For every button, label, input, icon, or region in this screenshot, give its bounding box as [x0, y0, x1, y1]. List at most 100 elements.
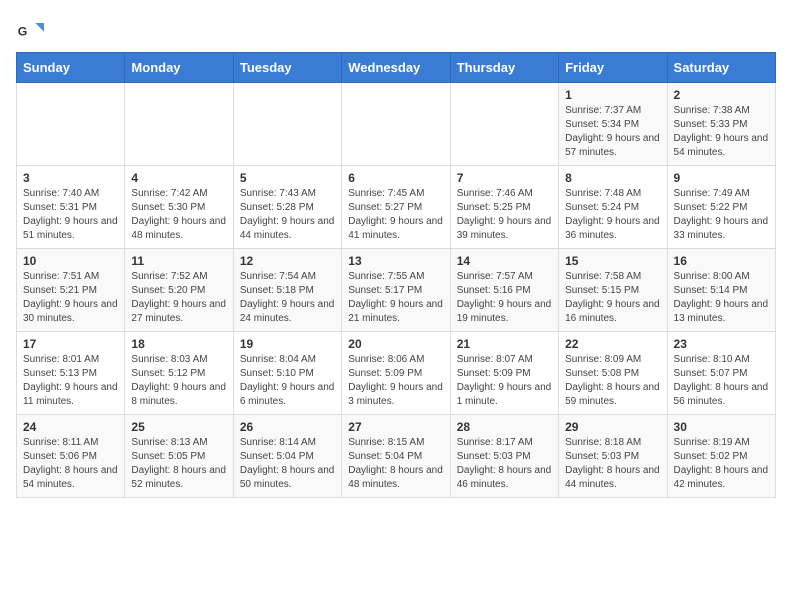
calendar-week-row: 3 Sunrise: 7:40 AM Sunset: 5:31 PM Daylig… — [17, 166, 776, 249]
day-number: 28 — [457, 420, 552, 434]
calendar-cell: 9 Sunrise: 7:49 AM Sunset: 5:22 PM Daylig… — [667, 166, 775, 249]
calendar-cell: 17 Sunrise: 8:01 AM Sunset: 5:13 PM Dayli… — [17, 332, 125, 415]
day-info: Sunrise: 7:52 AM Sunset: 5:20 PM Dayligh… — [131, 270, 226, 326]
day-number: 3 — [23, 171, 118, 185]
day-number: 25 — [131, 420, 226, 434]
day-number: 9 — [674, 171, 769, 185]
day-number: 7 — [457, 171, 552, 185]
day-info: Sunrise: 8:17 AM Sunset: 5:03 PM Dayligh… — [457, 436, 552, 492]
day-info: Sunrise: 7:58 AM Sunset: 5:15 PM Dayligh… — [565, 270, 660, 326]
calendar-cell — [450, 83, 558, 166]
day-info: Sunrise: 8:11 AM Sunset: 5:06 PM Dayligh… — [23, 436, 118, 492]
calendar-cell — [125, 83, 233, 166]
day-info: Sunrise: 8:14 AM Sunset: 5:04 PM Dayligh… — [240, 436, 335, 492]
calendar-cell: 28 Sunrise: 8:17 AM Sunset: 5:03 PM Dayli… — [450, 415, 558, 498]
day-number: 27 — [348, 420, 443, 434]
day-number: 1 — [565, 88, 660, 102]
day-info: Sunrise: 7:43 AM Sunset: 5:28 PM Dayligh… — [240, 187, 335, 243]
calendar-cell: 20 Sunrise: 8:06 AM Sunset: 5:09 PM Dayli… — [342, 332, 450, 415]
day-info: Sunrise: 7:49 AM Sunset: 5:22 PM Dayligh… — [674, 187, 769, 243]
day-number: 13 — [348, 254, 443, 268]
calendar-cell: 22Sunrise: 8:09 AM Sunset: 5:08 PM Dayli… — [559, 332, 667, 415]
day-of-week-header: Friday — [559, 53, 667, 83]
calendar-cell: 8Sunrise: 7:48 AM Sunset: 5:24 PM Daylig… — [559, 166, 667, 249]
calendar-cell: 24 Sunrise: 8:11 AM Sunset: 5:06 PM Dayli… — [17, 415, 125, 498]
day-info: Sunrise: 8:15 AM Sunset: 5:04 PM Dayligh… — [348, 436, 443, 492]
calendar-cell: 29 Sunrise: 8:18 AM Sunset: 5:03 PM Dayli… — [559, 415, 667, 498]
calendar-cell: 11 Sunrise: 7:52 AM Sunset: 5:20 PM Dayli… — [125, 249, 233, 332]
day-number: 19 — [240, 337, 335, 351]
day-info: Sunrise: 7:45 AM Sunset: 5:27 PM Dayligh… — [348, 187, 443, 243]
day-number: 18 — [131, 337, 226, 351]
logo-icon: G — [16, 16, 44, 44]
calendar-week-row: 17 Sunrise: 8:01 AM Sunset: 5:13 PM Dayli… — [17, 332, 776, 415]
day-number: 11 — [131, 254, 226, 268]
calendar-cell: 10 Sunrise: 7:51 AM Sunset: 5:21 PM Dayli… — [17, 249, 125, 332]
day-info: Sunrise: 8:06 AM Sunset: 5:09 PM Dayligh… — [348, 353, 443, 409]
calendar-cell — [233, 83, 341, 166]
day-info: Sunrise: 7:37 AM Sunset: 5:34 PM Dayligh… — [565, 104, 660, 160]
day-info: Sunrise: 7:46 AM Sunset: 5:25 PM Dayligh… — [457, 187, 552, 243]
day-number: 30 — [674, 420, 769, 434]
day-info: Sunrise: 7:38 AM Sunset: 5:33 PM Dayligh… — [674, 104, 769, 160]
calendar-week-row: 1 Sunrise: 7:37 AM Sunset: 5:34 PM Daylig… — [17, 83, 776, 166]
calendar-cell: 1 Sunrise: 7:37 AM Sunset: 5:34 PM Daylig… — [559, 83, 667, 166]
day-of-week-header: Sunday — [17, 53, 125, 83]
day-info: Sunrise: 7:57 AM Sunset: 5:16 PM Dayligh… — [457, 270, 552, 326]
day-number: 20 — [348, 337, 443, 351]
calendar-cell: 2Sunrise: 7:38 AM Sunset: 5:33 PM Daylig… — [667, 83, 775, 166]
day-number: 10 — [23, 254, 118, 268]
day-number: 15 — [565, 254, 660, 268]
day-number: 21 — [457, 337, 552, 351]
calendar-cell: 15 Sunrise: 7:58 AM Sunset: 5:15 PM Dayli… — [559, 249, 667, 332]
calendar-cell: 16Sunrise: 8:00 AM Sunset: 5:14 PM Dayli… — [667, 249, 775, 332]
calendar-cell: 12 Sunrise: 7:54 AM Sunset: 5:18 PM Dayli… — [233, 249, 341, 332]
calendar-cell: 26 Sunrise: 8:14 AM Sunset: 5:04 PM Dayli… — [233, 415, 341, 498]
calendar-table: SundayMondayTuesdayWednesdayThursdayFrid… — [16, 52, 776, 498]
calendar-cell: 3 Sunrise: 7:40 AM Sunset: 5:31 PM Daylig… — [17, 166, 125, 249]
day-number: 26 — [240, 420, 335, 434]
calendar-week-row: 24 Sunrise: 8:11 AM Sunset: 5:06 PM Dayli… — [17, 415, 776, 498]
day-info: Sunrise: 8:07 AM Sunset: 5:09 PM Dayligh… — [457, 353, 552, 409]
day-info: Sunrise: 8:03 AM Sunset: 5:12 PM Dayligh… — [131, 353, 226, 409]
day-info: Sunrise: 7:55 AM Sunset: 5:17 PM Dayligh… — [348, 270, 443, 326]
calendar-cell: 5Sunrise: 7:43 AM Sunset: 5:28 PM Daylig… — [233, 166, 341, 249]
calendar-cell: 25 Sunrise: 8:13 AM Sunset: 5:05 PM Dayli… — [125, 415, 233, 498]
calendar-cell — [17, 83, 125, 166]
day-info: Sunrise: 8:19 AM Sunset: 5:02 PM Dayligh… — [674, 436, 769, 492]
calendar-body: 1 Sunrise: 7:37 AM Sunset: 5:34 PM Daylig… — [17, 83, 776, 498]
calendar-cell: 14 Sunrise: 7:57 AM Sunset: 5:16 PM Dayli… — [450, 249, 558, 332]
logo: G — [16, 16, 48, 44]
day-number: 23 — [674, 337, 769, 351]
day-number: 12 — [240, 254, 335, 268]
calendar-cell: 13 Sunrise: 7:55 AM Sunset: 5:17 PM Dayli… — [342, 249, 450, 332]
day-info: Sunrise: 8:10 AM Sunset: 5:07 PM Dayligh… — [674, 353, 769, 409]
day-info: Sunrise: 7:51 AM Sunset: 5:21 PM Dayligh… — [23, 270, 118, 326]
calendar-cell: 19 Sunrise: 8:04 AM Sunset: 5:10 PM Dayli… — [233, 332, 341, 415]
day-number: 14 — [457, 254, 552, 268]
calendar-cell: 30 Sunrise: 8:19 AM Sunset: 5:02 PM Dayli… — [667, 415, 775, 498]
calendar-cell: 21 Sunrise: 8:07 AM Sunset: 5:09 PM Dayli… — [450, 332, 558, 415]
day-number: 6 — [348, 171, 443, 185]
calendar-cell: 7 Sunrise: 7:46 AM Sunset: 5:25 PM Daylig… — [450, 166, 558, 249]
calendar-cell: 18 Sunrise: 8:03 AM Sunset: 5:12 PM Dayli… — [125, 332, 233, 415]
day-number: 24 — [23, 420, 118, 434]
day-info: Sunrise: 8:01 AM Sunset: 5:13 PM Dayligh… — [23, 353, 118, 409]
day-number: 17 — [23, 337, 118, 351]
day-number: 8 — [565, 171, 660, 185]
day-info: Sunrise: 7:40 AM Sunset: 5:31 PM Dayligh… — [23, 187, 118, 243]
day-number: 16 — [674, 254, 769, 268]
page-header: G — [16, 16, 776, 44]
day-info: Sunrise: 8:09 AM Sunset: 5:08 PM Dayligh… — [565, 353, 660, 409]
day-info: Sunrise: 7:54 AM Sunset: 5:18 PM Dayligh… — [240, 270, 335, 326]
calendar-header: SundayMondayTuesdayWednesdayThursdayFrid… — [17, 53, 776, 83]
calendar-cell: 6 Sunrise: 7:45 AM Sunset: 5:27 PM Daylig… — [342, 166, 450, 249]
day-info: Sunrise: 7:42 AM Sunset: 5:30 PM Dayligh… — [131, 187, 226, 243]
day-of-week-header: Tuesday — [233, 53, 341, 83]
day-info: Sunrise: 8:18 AM Sunset: 5:03 PM Dayligh… — [565, 436, 660, 492]
day-info: Sunrise: 8:13 AM Sunset: 5:05 PM Dayligh… — [131, 436, 226, 492]
day-of-week-header: Saturday — [667, 53, 775, 83]
day-of-week-header: Thursday — [450, 53, 558, 83]
day-number: 29 — [565, 420, 660, 434]
day-info: Sunrise: 8:04 AM Sunset: 5:10 PM Dayligh… — [240, 353, 335, 409]
